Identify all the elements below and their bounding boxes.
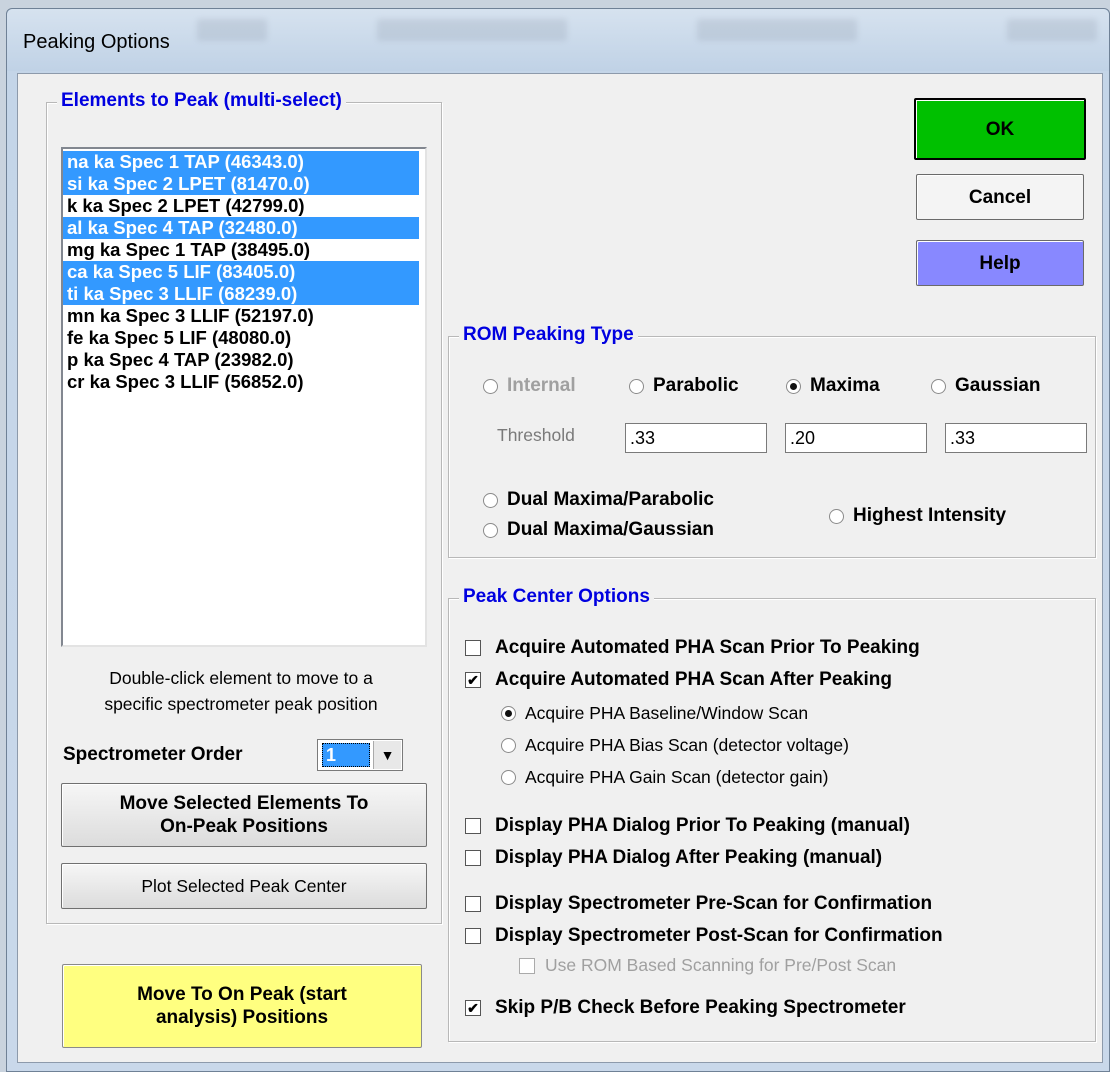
list-item[interactable]: al ka Spec 4 TAP (32480.0) bbox=[63, 217, 419, 239]
list-item[interactable]: p ka Spec 4 TAP (23982.0) bbox=[63, 349, 419, 371]
spectrometer-order-select[interactable]: 1 ▼ bbox=[317, 739, 403, 771]
dialog-client-area: Elements to Peak (multi-select) na ka Sp… bbox=[17, 73, 1103, 1063]
threshold-gaussian-input[interactable]: .33 bbox=[945, 423, 1087, 453]
checkbox bbox=[465, 896, 481, 912]
radio-internal: Internal bbox=[483, 375, 576, 397]
radio-gaussian[interactable]: Gaussian bbox=[931, 375, 1041, 397]
radio-dual-maxima-parabolic[interactable]: Dual Maxima/Parabolic bbox=[483, 489, 714, 511]
title-bar[interactable]: Peaking Options bbox=[7, 9, 1109, 71]
move-selected-elements-button[interactable]: Move Selected Elements To On-Peak Positi… bbox=[61, 783, 427, 847]
checkbox bbox=[465, 928, 481, 944]
checkbox bbox=[465, 850, 481, 866]
list-item[interactable]: si ka Spec 2 LPET (81470.0) bbox=[63, 173, 419, 195]
check-rom-based-scanning: Use ROM Based Scanning for Pre/Post Scan bbox=[519, 955, 896, 976]
radio-dot bbox=[501, 738, 516, 753]
spectrometer-order-value: 1 bbox=[322, 743, 370, 767]
list-item[interactable]: mg ka Spec 1 TAP (38495.0) bbox=[63, 239, 419, 261]
list-item[interactable]: ca ka Spec 5 LIF (83405.0) bbox=[63, 261, 419, 283]
checkbox bbox=[519, 957, 535, 974]
cancel-button[interactable]: Cancel bbox=[916, 174, 1084, 220]
spectrometer-order-label: Spectrometer Order bbox=[63, 744, 243, 765]
elements-group: Elements to Peak (multi-select) na ka Sp… bbox=[46, 90, 442, 924]
rom-peaking-type-legend: ROM Peaking Type bbox=[459, 324, 638, 346]
check-dialog-after[interactable]: Display PHA Dialog After Peaking (manual… bbox=[465, 847, 882, 869]
radio-dot-selected bbox=[501, 706, 516, 721]
help-button[interactable]: Help bbox=[916, 240, 1084, 286]
radio-pha-bias[interactable]: Acquire PHA Bias Scan (detector voltage) bbox=[501, 735, 849, 756]
list-item[interactable]: cr ka Spec 3 LLIF (56852.0) bbox=[63, 371, 419, 393]
radio-pha-gain[interactable]: Acquire PHA Gain Scan (detector gain) bbox=[501, 767, 829, 788]
check-pha-scan-after[interactable]: ✔ Acquire Automated PHA Scan After Peaki… bbox=[465, 669, 892, 691]
checkbox bbox=[465, 640, 481, 656]
check-skip-pb[interactable]: ✔ Skip P/B Check Before Peaking Spectrom… bbox=[465, 997, 906, 1019]
threshold-maxima-input[interactable]: .20 bbox=[785, 423, 927, 453]
move-to-on-peak-button[interactable]: Move To On Peak (start analysis) Positio… bbox=[62, 964, 422, 1048]
radio-dot bbox=[931, 378, 946, 394]
radio-dot bbox=[501, 770, 516, 785]
double-click-hint: Double-click element to move to a specif… bbox=[104, 668, 378, 714]
ok-button[interactable]: OK bbox=[914, 98, 1086, 160]
elements-group-legend: Elements to Peak (multi-select) bbox=[57, 90, 346, 112]
list-item[interactable]: fe ka Spec 5 LIF (48080.0) bbox=[63, 327, 419, 349]
peak-center-options-group: Peak Center Options Acquire Automated PH… bbox=[448, 586, 1096, 1042]
radio-dot-selected bbox=[786, 378, 801, 394]
list-item[interactable]: na ka Spec 1 TAP (46343.0) bbox=[63, 151, 419, 173]
radio-dot bbox=[829, 508, 844, 524]
elements-listbox[interactable]: na ka Spec 1 TAP (46343.0) si ka Spec 2 L… bbox=[61, 147, 427, 647]
list-item[interactable]: ti ka Spec 3 LLIF (68239.0) bbox=[63, 283, 419, 305]
threshold-label: Threshold bbox=[497, 425, 575, 445]
radio-dot bbox=[483, 522, 498, 538]
checkbox-checked: ✔ bbox=[465, 1000, 481, 1016]
checkbox bbox=[465, 818, 481, 834]
threshold-parabolic-input[interactable]: .33 bbox=[625, 423, 767, 453]
radio-dot bbox=[483, 378, 498, 394]
radio-pha-baseline[interactable]: Acquire PHA Baseline/Window Scan bbox=[501, 703, 808, 724]
check-pha-scan-prior[interactable]: Acquire Automated PHA Scan Prior To Peak… bbox=[465, 637, 920, 659]
peak-center-options-legend: Peak Center Options bbox=[459, 586, 654, 608]
checkbox-checked: ✔ bbox=[465, 672, 481, 688]
radio-parabolic[interactable]: Parabolic bbox=[629, 375, 739, 397]
rom-peaking-type-group: ROM Peaking Type Internal Parabolic Maxi… bbox=[448, 324, 1096, 558]
chevron-down-icon[interactable]: ▼ bbox=[373, 741, 401, 769]
check-dialog-prior[interactable]: Display PHA Dialog Prior To Peaking (man… bbox=[465, 815, 910, 837]
check-pre-scan[interactable]: Display Spectrometer Pre-Scan for Confir… bbox=[465, 893, 932, 915]
radio-dual-maxima-gaussian[interactable]: Dual Maxima/Gaussian bbox=[483, 519, 714, 541]
check-post-scan[interactable]: Display Spectrometer Post-Scan for Confi… bbox=[465, 925, 943, 947]
radio-dot bbox=[483, 492, 498, 508]
radio-dot bbox=[629, 378, 644, 394]
window-title: Peaking Options bbox=[23, 31, 170, 53]
list-item[interactable]: k ka Spec 2 LPET (42799.0) bbox=[63, 195, 419, 217]
list-item[interactable]: mn ka Spec 3 LLIF (52197.0) bbox=[63, 305, 419, 327]
plot-selected-peak-center-button[interactable]: Plot Selected Peak Center bbox=[61, 863, 427, 909]
radio-maxima[interactable]: Maxima bbox=[786, 375, 880, 397]
peaking-options-window: Peaking Options Elements to Peak (multi-… bbox=[6, 8, 1110, 1072]
radio-highest-intensity[interactable]: Highest Intensity bbox=[829, 505, 1006, 527]
